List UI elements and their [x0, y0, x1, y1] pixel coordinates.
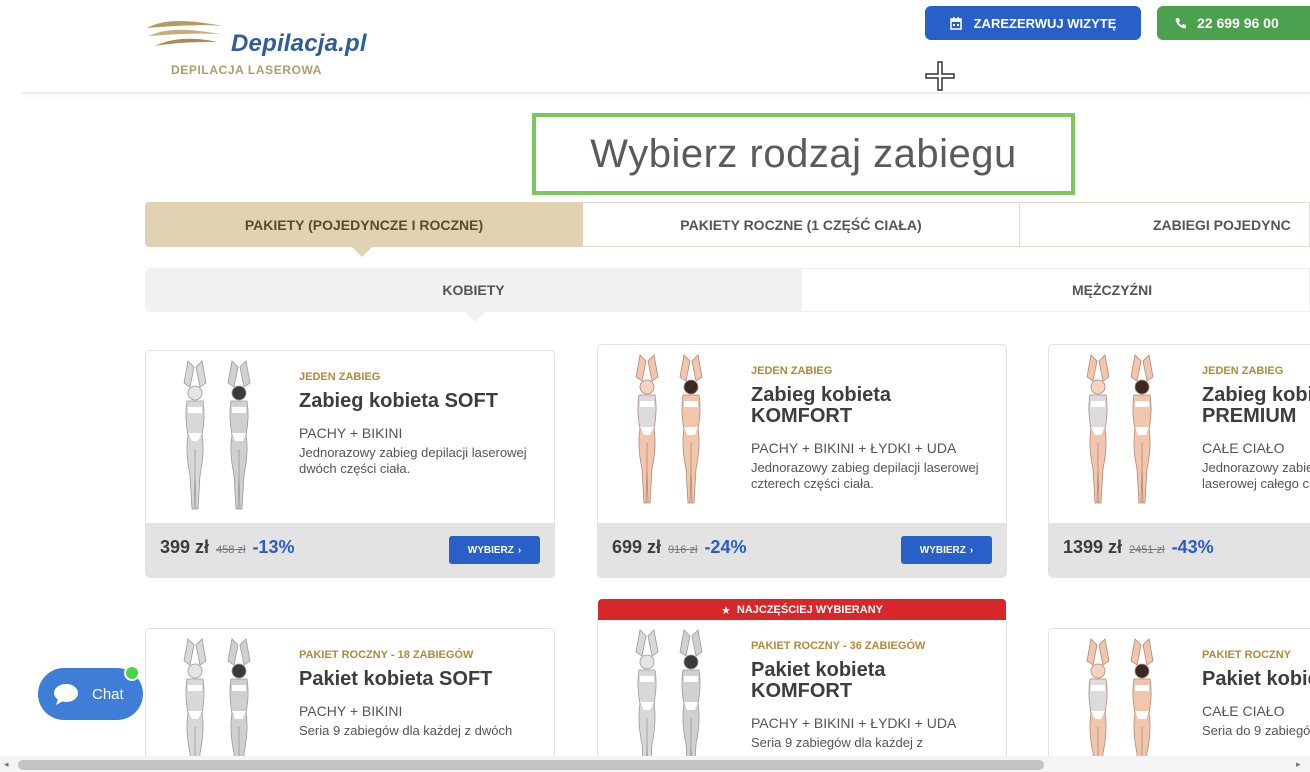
product-card[interactable]: PAKIET ROCZNY - 18 ZABIEGÓW Pakiet kobie…: [145, 628, 555, 768]
old-price: 2451 zł: [1129, 544, 1165, 556]
body-figure-image: [160, 357, 270, 517]
card-kind: JEDEN ZABIEG: [1202, 365, 1284, 377]
card-kind: PAKIET ROCZNY - 18 ZABIEGÓW: [299, 649, 474, 661]
card-footer: 699 zł 916 zł -24% WYBIERZ ›: [598, 523, 1006, 577]
old-price: 916 zł: [668, 544, 698, 556]
most-chosen-badge: ★ NAJCZĘŚCIEJ WYBIERANY: [598, 599, 1006, 621]
gender-tabs: KOBIETY MĘŻCZYŹNI: [145, 268, 1310, 312]
card-description: Jednorazowy zabieg depilacji laserowej c…: [751, 460, 979, 491]
discount-badge: -13%: [252, 537, 295, 557]
body-figure-image: [1063, 351, 1173, 511]
card-kind: JEDEN ZABIEG: [299, 371, 381, 383]
card-description: Seria do 9 zabiegów: [1202, 723, 1310, 738]
choose-label: WYBIERZ: [919, 544, 966, 556]
calendar-icon: [949, 16, 962, 30]
chevron-right-icon: ›: [969, 544, 974, 556]
product-card[interactable]: JEDEN ZABIEG Zabieg kobieta KOMFORT PACH…: [597, 344, 1007, 578]
card-body-parts: PACHY + BIKINI: [299, 703, 403, 719]
logo-subtitle: DEPILACJA LASEROWA: [171, 63, 323, 77]
body-figure-image: [160, 635, 270, 768]
choose-button[interactable]: WYBIERZ ›: [449, 536, 540, 564]
active-tab-pointer: [352, 247, 372, 257]
card-description: Jednorazowy zabieg depilacji laserowej d…: [299, 445, 527, 476]
tab-annual-packages-one-body-part[interactable]: PAKIETY ROCZNE (1 CZĘŚĆ CIAŁA): [583, 202, 1020, 247]
scroll-right-arrow-icon[interactable]: ▸: [1296, 759, 1301, 770]
product-card[interactable]: JEDEN ZABIEG Zabieg kobieta SOFT PACHY +…: [145, 350, 555, 578]
online-status-dot: [124, 665, 140, 681]
tab-packages-single-and-annual[interactable]: PAKIETY (POJEDYNCZE I ROCZNE): [145, 202, 583, 247]
card-price: 399 zł 458 zł -13%: [160, 537, 294, 558]
tab-women[interactable]: KOBIETY: [145, 268, 802, 312]
card-body-parts: PACHY + BIKINI: [299, 425, 403, 441]
card-title: Pakiet kobieta: [1202, 668, 1310, 690]
price-value: 399 zł: [160, 537, 210, 557]
card-kind: JEDEN ZABIEG: [751, 365, 833, 377]
chevron-right-icon: ›: [517, 544, 522, 556]
reserve-visit-label: ZAREZERWUJ WIZYTĘ: [973, 15, 1117, 31]
logo-swoosh-icon: [147, 21, 223, 46]
price-value: 1399 zł: [1063, 537, 1123, 557]
card-description: Seria 9 zabiegów dla każdej z: [751, 735, 923, 750]
card-body-parts: PACHY + BIKINI + ŁYDKI + UDA: [751, 440, 957, 456]
discount-badge: -24%: [704, 537, 747, 557]
header-divider: [22, 92, 1310, 94]
choose-button[interactable]: WYBIERZ ›: [901, 536, 992, 564]
card-body-parts: CAŁE CIAŁO: [1202, 703, 1285, 719]
card-title: Zabieg kobieta KOMFORT: [751, 384, 892, 427]
price-value: 699 zł: [612, 537, 662, 557]
active-gender-pointer: [465, 312, 485, 322]
choose-label: WYBIERZ: [467, 544, 514, 556]
page-title: Wybierz rodzaj zabiegu: [590, 131, 1017, 176]
body-figure-image: [1063, 635, 1173, 768]
body-figure-image: [612, 626, 722, 768]
phone-icon: [1175, 18, 1186, 29]
most-chosen-label: NAJCZĘŚCIEJ WYBIERANY: [736, 604, 883, 616]
site-header: Depilacja.pl DEPILACJA LASEROWA ZAREZERW…: [0, 0, 1310, 94]
card-body-parts: CAŁE CIAŁO: [1202, 440, 1285, 456]
card-description: Seria 9 zabiegów dla każdej z dwóch: [299, 723, 513, 738]
star-icon: ★: [721, 604, 731, 617]
logo-name: Depilacja.pl: [231, 30, 367, 57]
card-footer: 399 zł 458 zł -13% WYBIERZ ›: [146, 523, 554, 577]
tab-men[interactable]: MĘŻCZYŹNI: [802, 268, 1310, 312]
card-title: Zabieg kobieta SOFT: [299, 390, 498, 412]
body-figure-image: [612, 351, 722, 511]
product-card[interactable]: PAKIET ROCZNY - 36 ZABIEGÓW Pakiet kobie…: [597, 620, 1007, 768]
card-description: Jednorazowy zabieg depilacji laserowej c…: [1202, 460, 1310, 491]
card-title: Zabieg kobieta PREMIUM: [1202, 384, 1310, 427]
card-price: 1399 zł 2451 zł -43%: [1063, 537, 1214, 558]
logo[interactable]: Depilacja.pl DEPILACJA LASEROWA: [145, 16, 385, 86]
scrollbar-thumb[interactable]: [18, 760, 1044, 770]
card-title: Pakiet kobieta SOFT: [299, 668, 493, 690]
chat-label: Chat: [92, 685, 124, 703]
card-price: 699 zł 916 zł -24%: [612, 537, 746, 558]
tab-single-treatments[interactable]: ZABIEGI POJEDYNC: [1020, 202, 1310, 247]
phone-number: 22 699 96 00: [1197, 15, 1279, 31]
reserve-visit-button[interactable]: ZAREZERWUJ WIZYTĘ: [925, 6, 1141, 40]
card-body-parts: PACHY + BIKINI + ŁYDKI + UDA: [751, 715, 957, 731]
card-kind: PAKIET ROCZNY: [1202, 649, 1292, 661]
card-footer: 1399 zł 2451 zł -43%: [1049, 523, 1310, 577]
scroll-left-arrow-icon[interactable]: ◂: [4, 759, 9, 770]
category-tabs: PAKIETY (POJEDYNCZE I ROCZNE) PAKIETY RO…: [145, 202, 1310, 247]
old-price: 458 zł: [216, 544, 246, 556]
phone-button[interactable]: 22 699 96 00: [1157, 6, 1310, 40]
product-card[interactable]: JEDEN ZABIEG Zabieg kobieta PREMIUM CAŁE…: [1048, 344, 1310, 578]
card-title: Pakiet kobieta KOMFORT: [751, 659, 886, 702]
discount-badge: -43%: [1171, 537, 1214, 557]
title-highlight-box: Wybierz rodzaj zabiegu: [532, 113, 1075, 195]
chat-bubble-icon: [54, 684, 78, 705]
move-cursor-icon: [925, 61, 955, 91]
product-card[interactable]: PAKIET ROCZNY Pakiet kobieta CAŁE CIAŁO …: [1048, 628, 1310, 768]
card-kind: PAKIET ROCZNY - 36 ZABIEGÓW: [751, 640, 926, 652]
